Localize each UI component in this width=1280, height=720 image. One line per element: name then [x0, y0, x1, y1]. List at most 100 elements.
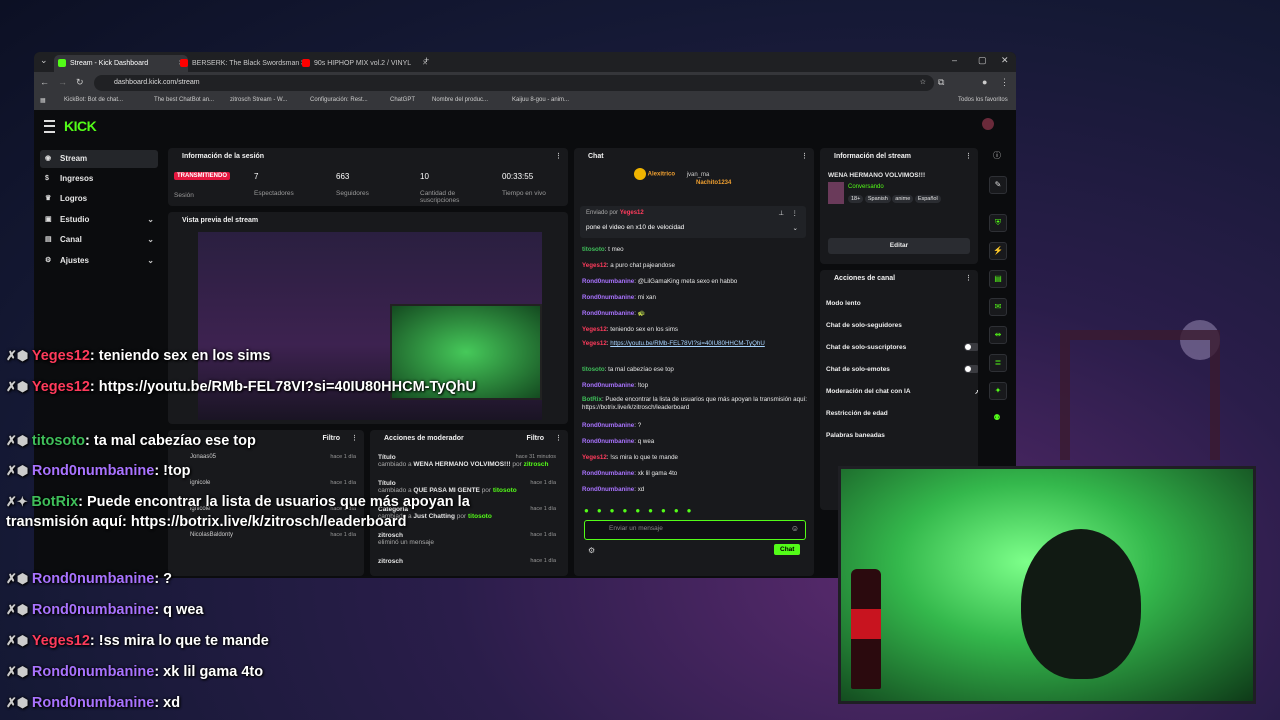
chat-message: Rond0numbanine: 🐢	[582, 310, 646, 317]
youtube-favicon-icon	[302, 59, 310, 67]
tab-search-icon[interactable]: ⌄	[40, 55, 48, 66]
more-options-icon[interactable]: ⋮	[555, 148, 562, 166]
tab-bar: ⌄ Stream - Kick Dashboard ✕ BERSERK: The…	[34, 52, 1016, 72]
address-bar: ← → ↻ dashboard.kick.com/stream ☆ ⧉ ● ⋮	[34, 72, 1016, 94]
youtube-favicon-icon	[180, 59, 188, 67]
sidebar-item-canal[interactable]: ▤ Canal ⌄	[40, 231, 158, 249]
session-label: Sesión	[174, 192, 194, 199]
tab-hiphop-mix[interactable]: 90s HIPHOP MIX vol.2 / VINYL ✕	[298, 55, 432, 72]
users-icon[interactable]: ⚉	[989, 410, 1005, 426]
stream-preview-header: Vista previa del stream	[182, 217, 259, 224]
subs-count: 10	[420, 172, 429, 181]
tab-kick-dashboard[interactable]: Stream - Kick Dashboard ✕	[54, 55, 188, 72]
ai-moderation-item[interactable]: Moderación del chat con IA ↗	[826, 388, 978, 396]
kick-logo[interactable]: KICK	[64, 118, 97, 134]
stack-icon[interactable]: ≣	[989, 354, 1007, 372]
reload-icon[interactable]: ↻	[76, 77, 84, 88]
chevron-down-icon: ⌄	[147, 235, 154, 244]
overlay-message: ✗⬢ Yeges12: https://youtu.be/RMb-FEL78VI…	[6, 379, 476, 395]
chat-message: Rond0numbanine: !top	[582, 382, 649, 389]
pinned-message[interactable]: Enviado por Yeges12 ⊥ ⋮ pone el video en…	[580, 206, 806, 238]
sidebar-item-estudio[interactable]: ▣ Estudio ⌄	[40, 211, 158, 229]
forward-icon[interactable]: →	[58, 77, 67, 87]
wrench-icon[interactable]: ✦	[989, 382, 1007, 400]
bookmark-item[interactable]: ChatGPT	[390, 97, 415, 103]
chat-message: Yeges12: !ss mira lo que te mande	[582, 454, 678, 461]
chat-message: Rond0numbanine: @LilGamaKing meta sexo e…	[582, 278, 738, 285]
bookmark-item[interactable]: zitrosch Stream - W...	[230, 97, 287, 103]
all-bookmarks[interactable]: Todos los favoritos	[958, 97, 1008, 103]
more-options-icon[interactable]: ⋮	[792, 209, 799, 217]
browser-menu-icon[interactable]: ⋮	[1000, 77, 1009, 88]
sidebar-item-ajustes[interactable]: ⚙ Ajustes ⌄	[40, 252, 158, 270]
minimize-icon[interactable]: –	[952, 55, 957, 65]
edit-icon[interactable]: ✎	[989, 176, 1007, 194]
more-options-icon[interactable]: ⋮	[965, 270, 972, 288]
emoji-icon[interactable]: ☺	[791, 524, 799, 533]
tab-berserk[interactable]: BERSERK: The Black Swordsman ✕	[176, 55, 310, 72]
pin-icon[interactable]: ⊥	[778, 209, 784, 217]
chat-input[interactable]: Enviar un mensaje ☺	[584, 520, 806, 540]
emotes-only-toggle[interactable]	[964, 365, 978, 373]
session-info-panel: Información de la sesión ⋮ TRANSMITIENDO…	[168, 148, 568, 206]
close-window-icon[interactable]: ✕	[1001, 55, 1009, 66]
chat-message: Rond0numbanine: mi xan	[582, 294, 656, 301]
chat-message: titosoto: ta mal cabezíao ese top	[582, 366, 674, 373]
bookmark-item[interactable]: Nombre del produc...	[432, 97, 488, 103]
trophy-icon: ♛	[45, 195, 52, 202]
extensions-icon[interactable]: ⧉	[938, 77, 944, 88]
bookmark-item[interactable]: The best ChatBot an...	[154, 97, 214, 103]
chat-bubble-icon[interactable]: ✉	[989, 298, 1007, 316]
subs-only-toggle[interactable]	[964, 343, 978, 351]
bookmark-star-icon[interactable]: ☆	[920, 75, 926, 91]
more-options-icon[interactable]: ⋮	[965, 148, 972, 166]
gear-icon: ⚙	[45, 257, 52, 264]
overlay-message: ✗⬢ Rond0numbanine: !top	[6, 463, 191, 479]
top-nav: KICK	[34, 110, 1016, 142]
streamer-silhouette	[1021, 529, 1141, 679]
emote-icon: 🐢	[637, 310, 646, 317]
chevron-down-icon[interactable]: ⌄	[793, 224, 798, 232]
new-tab-icon[interactable]: +	[424, 55, 429, 65]
bookmark-item[interactable]: KickBot: Bot de chat...	[64, 97, 123, 103]
lightning-icon[interactable]: ⚡	[989, 242, 1007, 260]
chat-message: Yeges12: teniendo sex en los sims	[582, 326, 678, 333]
age-restriction-item[interactable]: Restricción de edad›	[826, 410, 978, 417]
sidebar-item-logros[interactable]: ♛ Logros	[40, 190, 158, 208]
sidebar-item-stream[interactable]: ◉ Stream	[40, 150, 158, 168]
subscribers-only-item: Chat de solo-suscriptores	[826, 343, 978, 351]
clipboard-icon[interactable]: ▤	[989, 270, 1007, 288]
channel-icon: ▤	[45, 236, 52, 243]
back-icon[interactable]: ←	[40, 77, 49, 87]
user-avatar[interactable]	[982, 118, 994, 130]
slow-mode-item[interactable]: Modo lento›	[826, 300, 978, 307]
viewers-count: 7	[254, 172, 259, 181]
send-chat-button[interactable]: Chat	[774, 544, 801, 555]
bookmark-item[interactable]: Configuración: Rest...	[310, 97, 368, 103]
bookmarks-bar: ▦ KickBot: Bot de chat... The best ChatB…	[34, 94, 1016, 111]
shield-icon[interactable]: ⛨	[989, 214, 1007, 232]
emote-bar[interactable]: ●●●●●●●●●	[584, 506, 804, 516]
chat-message: Yeges12: a puro chat pajeandose	[582, 262, 675, 269]
banned-words-item[interactable]: Palabras baneadas›	[826, 432, 978, 439]
chat-settings-icon[interactable]: ⚙	[588, 546, 595, 555]
chat-panel: Chat ⋮ Alexitrico jvan_ma Nachito1234 En…	[574, 148, 814, 576]
gold-medal-icon	[634, 168, 646, 180]
apps-icon[interactable]: ▦	[40, 97, 46, 104]
profile-avatar-icon[interactable]: ●	[982, 77, 987, 87]
webcam-feed	[838, 466, 1256, 704]
category-thumbnail	[828, 182, 844, 204]
more-options-icon[interactable]: ⋮	[801, 148, 808, 166]
chat-message: Rond0numbanine: ?	[582, 422, 642, 429]
sidebar-item-ingresos[interactable]: $ Ingresos	[40, 170, 158, 188]
bookmark-item[interactable]: Kaijuu 8-gou - anim...	[512, 97, 569, 103]
url-field[interactable]: dashboard.kick.com/stream ☆	[94, 75, 934, 91]
followers-only-item[interactable]: Chat de solo-seguidores›	[826, 322, 978, 329]
hamburger-menu-icon[interactable]	[44, 120, 55, 133]
chat-message: Rond0numbanine: xk lil gama 4to	[582, 470, 678, 477]
chevron-down-icon: ⌄	[147, 215, 154, 224]
edit-stream-button[interactable]: Editar	[828, 238, 970, 254]
info-icon[interactable]: ⓘ	[989, 148, 1005, 164]
maximize-icon[interactable]: ▢	[978, 55, 987, 66]
link-icon[interactable]: ⇹	[989, 326, 1007, 344]
